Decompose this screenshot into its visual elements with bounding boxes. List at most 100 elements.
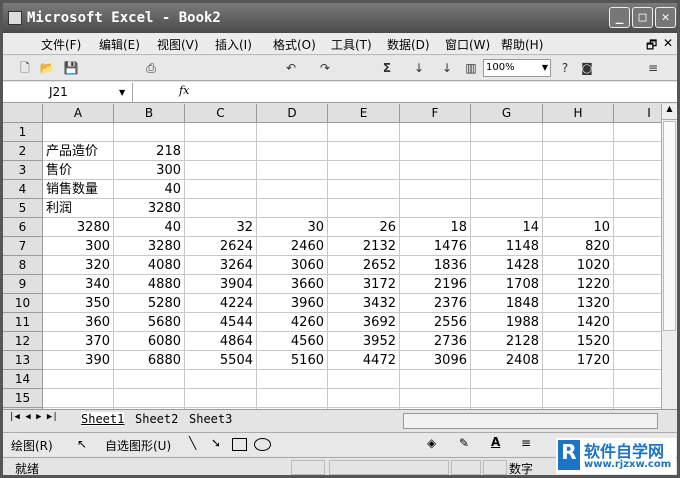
- name-box[interactable]: J21 ▼: [5, 83, 133, 102]
- cell[interactable]: 1428: [471, 256, 543, 275]
- cell[interactable]: 1320: [543, 294, 614, 313]
- row-header[interactable]: 7: [3, 237, 43, 256]
- cell[interactable]: [257, 142, 328, 161]
- column-header[interactable]: E: [328, 104, 400, 123]
- fill-color-icon[interactable]: ◈: [427, 436, 436, 450]
- row-header[interactable]: 3: [3, 161, 43, 180]
- horizontal-scrollbar[interactable]: [403, 413, 658, 429]
- row-header[interactable]: 5: [3, 199, 43, 218]
- cell[interactable]: 3264: [185, 256, 257, 275]
- cell[interactable]: [471, 180, 543, 199]
- cell[interactable]: 1420: [543, 313, 614, 332]
- sheet-tab[interactable]: Sheet2: [135, 412, 178, 426]
- cell[interactable]: 3280: [114, 237, 185, 256]
- cell[interactable]: 3432: [328, 294, 400, 313]
- chart-icon[interactable]: ▥: [463, 60, 479, 76]
- column-header[interactable]: H: [543, 104, 614, 123]
- cell[interactable]: 5504: [185, 351, 257, 370]
- cell[interactable]: [43, 389, 114, 408]
- cell[interactable]: 14: [471, 218, 543, 237]
- font-color-icon[interactable]: A: [491, 435, 500, 449]
- cell[interactable]: [185, 142, 257, 161]
- cell[interactable]: 4472: [328, 351, 400, 370]
- arrow-icon[interactable]: ➘: [211, 436, 221, 450]
- menu-item[interactable]: 帮助(H): [501, 36, 543, 53]
- cell[interactable]: [114, 123, 185, 142]
- cell[interactable]: [257, 161, 328, 180]
- sort-desc-icon[interactable]: ↓: [439, 60, 455, 76]
- cell[interactable]: 销售数量: [43, 180, 114, 199]
- menu-item[interactable]: 格式(O): [273, 36, 316, 53]
- cell[interactable]: 350: [43, 294, 114, 313]
- cell[interactable]: 3280: [43, 218, 114, 237]
- undo-icon[interactable]: ↶: [283, 60, 299, 76]
- cell[interactable]: [328, 180, 400, 199]
- cell[interactable]: 2460: [257, 237, 328, 256]
- cell[interactable]: 2132: [328, 237, 400, 256]
- scroll-up-icon[interactable]: ▲: [662, 104, 677, 120]
- cell[interactable]: [328, 199, 400, 218]
- redo-icon[interactable]: ↷: [317, 60, 333, 76]
- cell[interactable]: [471, 161, 543, 180]
- cell[interactable]: 3692: [328, 313, 400, 332]
- cell[interactable]: [614, 275, 663, 294]
- row-header[interactable]: 6: [3, 218, 43, 237]
- line-icon[interactable]: ╲: [189, 436, 196, 450]
- cell[interactable]: [185, 370, 257, 389]
- oval-icon[interactable]: [254, 438, 271, 451]
- cell[interactable]: 2624: [185, 237, 257, 256]
- cell[interactable]: 3960: [257, 294, 328, 313]
- cell[interactable]: [614, 180, 663, 199]
- maximize-button[interactable]: □: [632, 7, 653, 28]
- cell[interactable]: 1988: [471, 313, 543, 332]
- cell[interactable]: 18: [400, 218, 471, 237]
- cell[interactable]: [614, 313, 663, 332]
- cell[interactable]: [257, 370, 328, 389]
- cell[interactable]: 1148: [471, 237, 543, 256]
- cell[interactable]: 390: [43, 351, 114, 370]
- help-icon[interactable]: ?: [557, 60, 573, 76]
- cell[interactable]: 2408: [471, 351, 543, 370]
- row-header[interactable]: 1: [3, 123, 43, 142]
- row-header[interactable]: 4: [3, 180, 43, 199]
- cell[interactable]: 6880: [114, 351, 185, 370]
- cell[interactable]: [614, 351, 663, 370]
- cell[interactable]: [114, 370, 185, 389]
- camera-icon[interactable]: ◙: [579, 60, 595, 76]
- cell[interactable]: [328, 370, 400, 389]
- cell[interactable]: [614, 294, 663, 313]
- cell[interactable]: [543, 142, 614, 161]
- row-header[interactable]: 15: [3, 389, 43, 408]
- open-icon[interactable]: 📂: [39, 60, 55, 76]
- cell[interactable]: 26: [328, 218, 400, 237]
- select-all-corner[interactable]: [3, 104, 43, 123]
- cell[interactable]: [471, 389, 543, 408]
- cell[interactable]: 1848: [471, 294, 543, 313]
- cell[interactable]: [543, 370, 614, 389]
- cell[interactable]: 2556: [400, 313, 471, 332]
- cell[interactable]: [614, 237, 663, 256]
- cell[interactable]: 4544: [185, 313, 257, 332]
- cell[interactable]: 340: [43, 275, 114, 294]
- cell[interactable]: [471, 370, 543, 389]
- cell[interactable]: 4080: [114, 256, 185, 275]
- menu-item[interactable]: 窗口(W): [445, 36, 490, 53]
- sheet-tab[interactable]: Sheet1: [81, 412, 125, 426]
- rectangle-icon[interactable]: [232, 438, 247, 451]
- cell[interactable]: 3280: [114, 199, 185, 218]
- cell[interactable]: 售价: [43, 161, 114, 180]
- autoshapes-menu[interactable]: 自选图形(U): [105, 437, 171, 454]
- cell[interactable]: 820: [543, 237, 614, 256]
- zoom-select[interactable]: 100% ▼: [483, 59, 551, 77]
- column-header[interactable]: I: [614, 104, 663, 123]
- cell[interactable]: 3060: [257, 256, 328, 275]
- cell[interactable]: 2736: [400, 332, 471, 351]
- cell[interactable]: [543, 199, 614, 218]
- cell[interactable]: [185, 161, 257, 180]
- cell[interactable]: 4864: [185, 332, 257, 351]
- cell[interactable]: [614, 142, 663, 161]
- cell[interactable]: 360: [43, 313, 114, 332]
- cell[interactable]: 370: [43, 332, 114, 351]
- cell[interactable]: [43, 370, 114, 389]
- cell[interactable]: [328, 142, 400, 161]
